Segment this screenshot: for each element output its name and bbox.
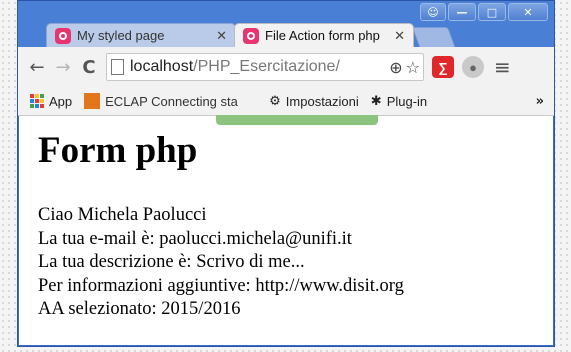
close-tab-icon[interactable]: ✕ [216, 28, 227, 44]
url-path: /PHP_Esercitazione/ [193, 58, 340, 75]
bookmarks-bar: App ECLAP Connecting sta ⚙ Impostazioni … [18, 87, 554, 116]
close-window-button[interactable]: ✕ [508, 3, 548, 21]
favicon-icon [243, 27, 259, 44]
greeting-line: Ciao Michela Paolucci [38, 205, 207, 225]
browser-window: ☺ — □ ✕ My styled page ✕ File Action for… [17, 0, 555, 347]
title-bar: ☺ — □ ✕ My styled page ✕ File Action for… [18, 1, 554, 49]
bookmark-label: Impostazioni [285, 93, 359, 109]
favicon-icon [55, 27, 71, 44]
green-bar [216, 115, 378, 125]
result-lines: Ciao Michela Paolucci La tua e-mail è: p… [38, 204, 404, 322]
reload-icon[interactable]: C [76, 54, 102, 80]
zoom-icon[interactable]: ⊕ [389, 58, 402, 77]
new-tab-button[interactable] [411, 27, 457, 49]
bookmark-app[interactable]: App [30, 94, 72, 109]
bookmark-label: ECLAP Connecting sta [105, 93, 238, 109]
tab-label: File Action form php [265, 28, 380, 43]
bookmark-plugin[interactable]: ✱ Plug-in [371, 94, 427, 109]
email-line: La tua e-mail è: paolucci.michela@unifi.… [38, 228, 352, 249]
extension-grey-icon[interactable]: ● [462, 56, 484, 78]
address-bar[interactable]: localhost/PHP_Esercitazione/ ⊕ ☆ [106, 53, 424, 81]
maximize-button[interactable]: □ [478, 3, 506, 21]
menu-icon[interactable]: ≡ [494, 55, 511, 79]
page-icon [111, 59, 124, 75]
description-line: La tua descrizione è: Scrivo di me... [38, 252, 305, 272]
tab-my-styled-page[interactable]: My styled page ✕ [46, 23, 236, 47]
url-host: localhost [130, 58, 194, 75]
info-line: Per informazioni aggiuntive: http://www.… [38, 275, 404, 296]
close-tab-icon[interactable]: ✕ [394, 28, 405, 44]
page-content: Form php Ciao Michela Paolucci La tua e-… [19, 116, 553, 345]
tab-file-action-form[interactable]: File Action form php ✕ [234, 23, 414, 47]
toolbar: ← → C localhost/PHP_Esercitazione/ ⊕ ☆ ∑… [18, 47, 554, 87]
extension-red-icon[interactable]: ∑ [432, 56, 454, 78]
tab-label: My styled page [77, 28, 165, 43]
window-controls: ☺ — □ ✕ [420, 3, 548, 21]
puzzle-icon: ✱ [370, 93, 382, 109]
user-icon[interactable]: ☺ [420, 3, 446, 21]
bookmark-label: App [49, 93, 73, 109]
year-line: AA selezionato: 2015/2016 [38, 299, 241, 319]
minimize-button[interactable]: — [448, 3, 476, 21]
bookmark-impostazioni[interactable]: ⚙ Impostazioni [269, 94, 359, 109]
bookmarks-overflow-icon[interactable]: » [536, 94, 544, 109]
apps-grid-icon [30, 94, 44, 108]
back-arrow-icon[interactable]: ← [24, 54, 50, 80]
page-heading: Form php [38, 130, 198, 171]
bookmark-eclap[interactable]: ECLAP Connecting sta [84, 93, 257, 109]
bookmark-star-icon[interactable]: ☆ [406, 58, 420, 77]
bookmark-label: Plug-in [386, 93, 428, 109]
gear-icon: ⚙ [269, 93, 281, 109]
eclap-icon [84, 93, 101, 109]
forward-arrow-icon[interactable]: → [50, 54, 76, 80]
